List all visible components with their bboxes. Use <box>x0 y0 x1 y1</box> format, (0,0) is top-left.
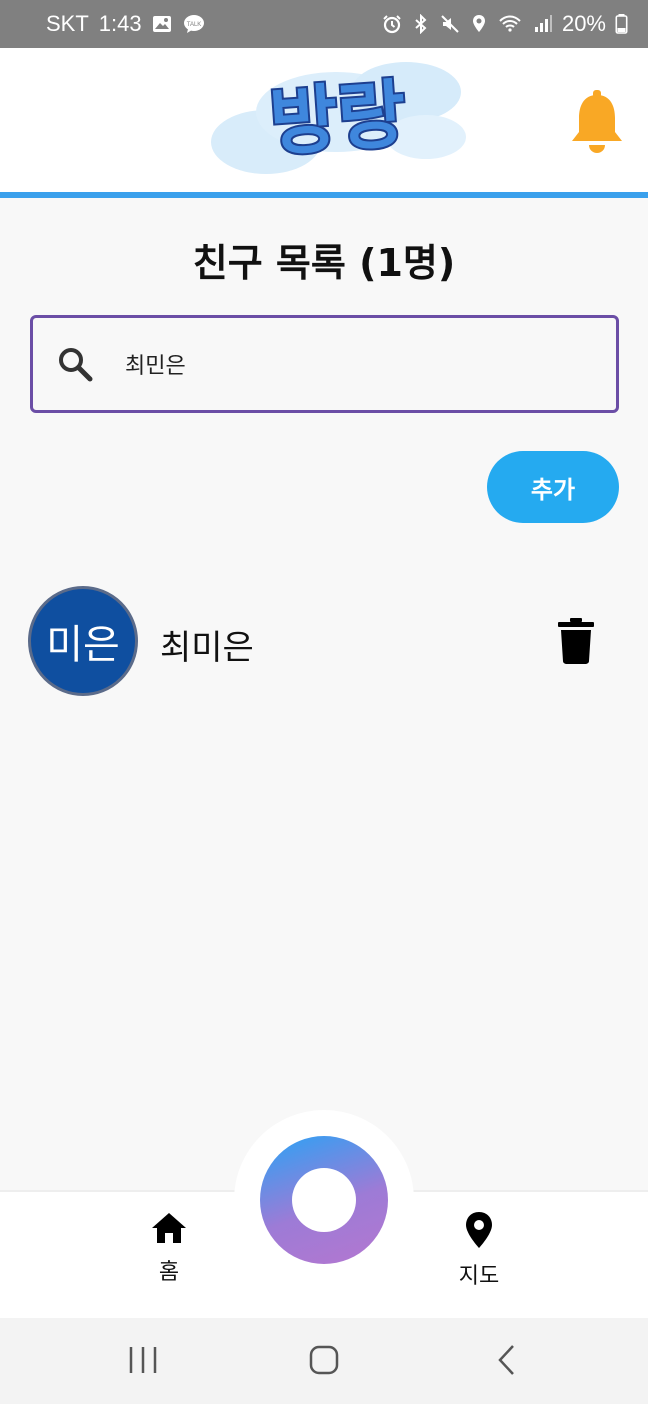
home-icon <box>152 1213 186 1243</box>
status-bar: SKT 1:43 TALK 20% <box>0 0 648 48</box>
nav-map-label: 지도 <box>458 1264 500 1289</box>
gallery-icon <box>152 16 171 32</box>
system-navigation-bar <box>0 1318 648 1404</box>
bluetooth-icon <box>415 14 427 34</box>
page-title: 친구 목록 (1명) <box>192 241 456 285</box>
alarm-icon <box>383 15 401 34</box>
app-logo: 방랑 <box>211 62 466 174</box>
mute-icon <box>441 15 459 33</box>
search-value: 최민은 <box>125 354 186 379</box>
center-action-button[interactable] <box>234 1110 414 1290</box>
map-pin-icon <box>466 1212 492 1248</box>
search-input[interactable]: 최민은 <box>30 315 619 413</box>
wifi-icon <box>499 15 521 32</box>
recent-apps-icon[interactable] <box>128 1345 158 1375</box>
ring-icon <box>260 1136 388 1264</box>
kakaotalk-icon: TALK <box>183 15 204 33</box>
carrier-label: SKT <box>46 11 89 36</box>
signal-icon <box>534 15 552 32</box>
location-icon <box>472 15 485 32</box>
nav-home-label: 홈 <box>158 1260 180 1285</box>
back-icon[interactable] <box>493 1345 523 1375</box>
battery-percentage: 20% <box>561 11 606 36</box>
add-friend-button[interactable]: 추가 <box>487 451 619 523</box>
ring-hole <box>292 1168 356 1232</box>
battery-icon <box>615 14 628 34</box>
search-icon <box>59 348 93 382</box>
home-button-icon[interactable] <box>309 1345 339 1375</box>
logo-text: 방랑 <box>267 71 409 166</box>
trash-icon[interactable] <box>558 618 594 664</box>
list-item[interactable]: 미은 최미은 <box>28 586 620 698</box>
svg-text:TALK: TALK <box>186 22 201 28</box>
nav-home[interactable]: 홈 <box>119 1212 219 1286</box>
bell-icon[interactable] <box>568 88 626 154</box>
status-time: 1:43 <box>98 11 142 36</box>
avatar: 미은 <box>28 586 138 696</box>
friend-name: 최미은 <box>160 628 254 668</box>
nav-map[interactable]: 지도 <box>429 1212 529 1290</box>
header-divider <box>0 192 648 198</box>
